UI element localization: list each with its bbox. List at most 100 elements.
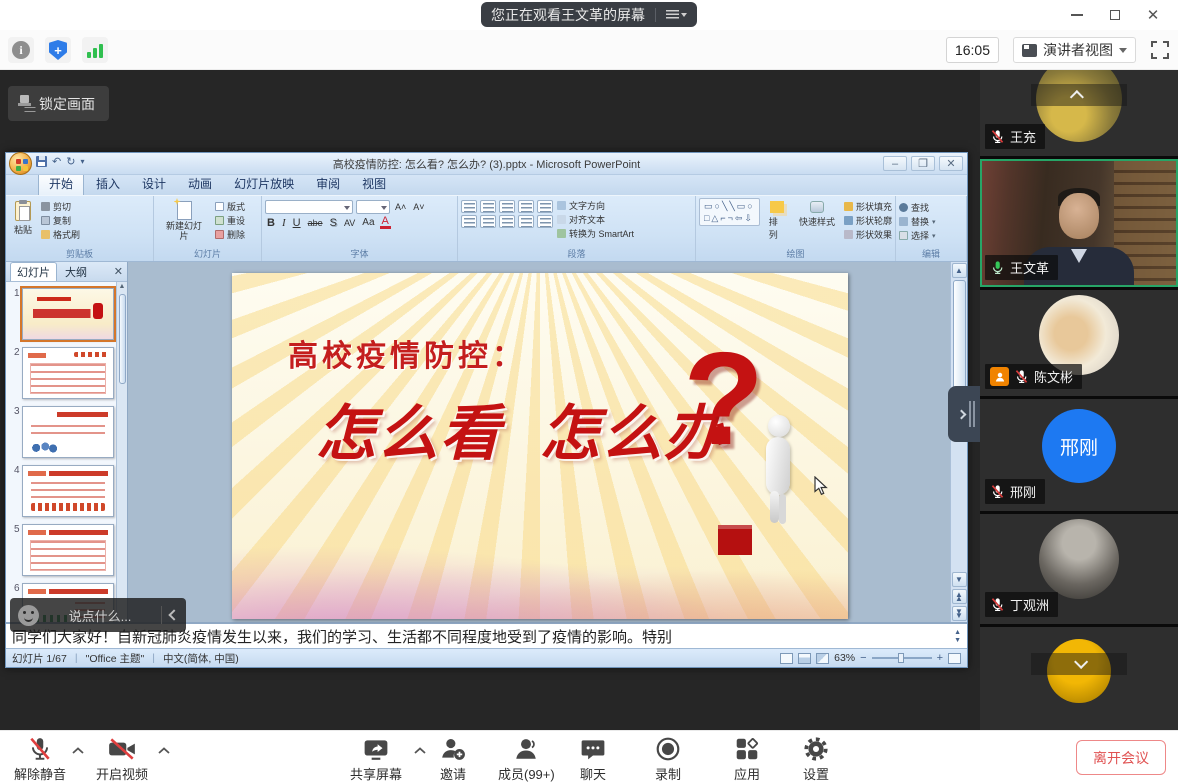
text-shadow-button[interactable]: S [328,217,339,229]
slide-thumbnail-row[interactable]: 3 [8,406,114,458]
maximize-button[interactable] [1096,0,1134,30]
current-slide[interactable]: 高校疫情防控： 怎么看怎么办 ? [232,273,848,619]
thumbnail-scrollbar[interactable]: ▲ [116,282,127,622]
increase-indent-button[interactable] [518,200,534,213]
strikethrough-button[interactable]: abe [306,218,325,228]
lock-view-button[interactable]: 锁定画面 [8,86,109,121]
paste-button[interactable]: 粘贴 [9,198,37,239]
select-button[interactable]: 选择 ▾ [899,229,963,242]
ppt-restore-button[interactable]: ❐ [911,156,935,171]
participant-tile-wangwenge[interactable]: 王文革 [980,159,1178,287]
slide-thumbnail-4[interactable] [22,465,114,517]
slideshow-view-button[interactable] [816,653,829,664]
zoom-out-button[interactable]: − [860,652,866,664]
tab-review[interactable]: 审阅 [306,173,350,195]
undo-icon[interactable]: ↶ [52,155,61,168]
normal-view-button[interactable] [780,653,793,664]
slide-thumbnail-row[interactable]: 5 [8,524,114,576]
scroll-up-arrow[interactable]: ▲ [952,263,967,278]
slide-thumbnail-1[interactable] [22,288,114,340]
replace-button[interactable]: 替换 ▾ [899,215,963,228]
network-status-button[interactable] [82,37,108,63]
invite-button[interactable]: 邀请 [440,735,466,783]
underline-button[interactable]: U [291,217,303,229]
font-size-select[interactable] [356,200,390,214]
reset-button[interactable]: 重设 [215,214,245,227]
new-slide-button[interactable]: 新建幻灯片 [157,198,211,245]
participant-tile-partial[interactable] [980,627,1178,730]
grow-font-button[interactable]: A˄ [393,202,408,212]
align-right-button[interactable] [499,215,515,228]
slide-thumbnail-row[interactable]: 4 [8,465,114,517]
slide-thumbnail-row[interactable]: 1 [8,288,114,340]
settings-button[interactable]: 设置 [803,735,829,783]
share-options-chevron[interactable] [414,747,426,755]
format-painter-button[interactable]: 格式刷 [41,228,80,241]
convert-smartart-button[interactable]: 转换为 SmartArt [557,227,634,240]
save-icon[interactable] [36,156,47,167]
scroll-down-indicator[interactable] [1031,653,1127,675]
slide-thumbnail-row[interactable]: 2 [8,347,114,399]
slide-thumbnail-3[interactable] [22,406,114,458]
scroll-up-indicator[interactable] [1031,84,1127,106]
slide-sorter-view-button[interactable] [798,653,811,664]
font-color-button[interactable]: A [380,216,391,229]
shape-effects-button[interactable]: 形状效果 [844,228,892,241]
panel-tab-slides[interactable]: 幻灯片 [10,262,57,281]
panel-close-icon[interactable]: ✕ [114,265,123,278]
qat-dropdown-icon[interactable]: ▾ [80,157,84,166]
record-button[interactable]: 录制 [655,735,681,783]
members-button[interactable]: 成员(99+) [498,735,555,783]
decrease-indent-button[interactable] [499,200,515,213]
align-text-button[interactable]: 对齐文本 [557,213,634,226]
tab-animations[interactable]: 动画 [178,173,222,195]
font-name-select[interactable] [265,200,353,214]
italic-button[interactable]: I [280,217,288,229]
watching-banner[interactable]: 您正在观看王文革的屏幕 [481,2,697,27]
redo-icon[interactable]: ↻ [66,155,75,168]
participant-tile-dingguanzhou[interactable]: 丁观洲 [980,514,1178,624]
quick-styles-button[interactable]: 快速样式 [794,198,840,231]
office-button[interactable] [9,152,32,175]
copy-button[interactable]: 复制 [41,214,80,227]
panel-tab-outline[interactable]: 大纲 [59,263,93,281]
sidebar-collapse-handle[interactable] [948,386,980,442]
minimize-button[interactable] [1058,0,1096,30]
char-spacing-button[interactable]: AV [342,218,357,228]
video-options-chevron[interactable] [158,747,170,755]
numbering-button[interactable] [480,200,496,213]
participant-tile-wangchong[interactable]: 王充 [980,70,1178,156]
meeting-info-button[interactable]: i [8,37,34,63]
tab-home[interactable]: 开始 [38,172,84,195]
bullets-button[interactable] [461,200,477,213]
arrange-button[interactable]: 排列 [764,198,790,244]
bold-button[interactable]: B [265,217,277,229]
apps-button[interactable]: 应用 [734,735,760,783]
delete-slide-button[interactable]: 删除 [215,228,245,241]
align-center-button[interactable] [480,215,496,228]
collapse-chat-icon[interactable] [168,609,179,620]
shapes-gallery[interactable]: ▭○╲╲▭○ □△⌐¬⇦⇩ [699,198,760,226]
ppt-close-button[interactable]: ✕ [939,156,963,171]
shape-fill-button[interactable]: 形状填充 [844,200,892,213]
slide-thumbnail-5[interactable] [22,524,114,576]
tab-view[interactable]: 视图 [352,173,396,195]
chat-button[interactable]: 聊天 [580,735,606,783]
shrink-font-button[interactable]: A˅ [411,202,426,212]
audio-options-chevron[interactable] [72,747,84,755]
shape-outline-button[interactable]: 形状轮廓 [844,214,892,227]
columns-button[interactable] [537,215,553,228]
text-direction-button[interactable]: 文字方向 [557,199,634,212]
line-spacing-button[interactable] [537,200,553,213]
ppt-minimize-button[interactable]: – [883,156,907,171]
fit-to-window-button[interactable] [948,653,961,664]
next-slide-button[interactable]: ▼▼ [952,606,967,621]
align-left-button[interactable] [461,215,477,228]
language-status[interactable]: 中文(简体, 中国) [163,651,239,666]
tab-insert[interactable]: 插入 [86,173,130,195]
cut-button[interactable]: 剪切 [41,200,80,213]
previous-slide-button[interactable]: ▲▲ [952,589,967,604]
zoom-slider[interactable] [872,657,932,659]
chat-placeholder[interactable]: 说点什么... [47,606,153,625]
tab-design[interactable]: 设计 [132,173,176,195]
